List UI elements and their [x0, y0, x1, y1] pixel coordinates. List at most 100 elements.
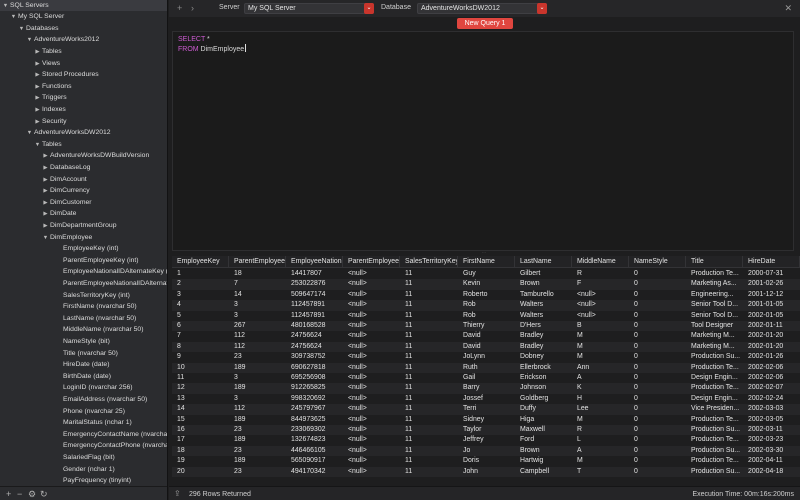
tree-node[interactable]: Gender (nchar 1): [0, 464, 167, 476]
tree-node[interactable]: ▼ AdventureWorksDW2012: [0, 127, 167, 139]
table-row[interactable]: 13 3 998320692 <null> 11 Jossef Goldberg H 0 Desi…: [172, 394, 800, 404]
tree-node[interactable]: ▶ Security: [0, 116, 167, 128]
disclosure-expanded-icon[interactable]: ▼: [2, 1, 9, 12]
chevron-down-icon[interactable]: ⌄: [364, 3, 374, 14]
tree-node[interactable]: ▶ DimCurrency: [0, 185, 167, 197]
refresh-icon[interactable]: ↻: [40, 488, 48, 500]
chevron-down-icon[interactable]: ⌄: [537, 3, 547, 14]
tree-node[interactable]: ▼ Databases: [0, 23, 167, 35]
tree-node[interactable]: ▶ Triggers: [0, 92, 167, 104]
table-row[interactable]: 3 14 509647174 <null> 11 Roberto Tamburello <nu…: [172, 290, 800, 300]
add-icon[interactable]: +: [6, 488, 11, 500]
table-row[interactable]: 19 189 565090917 <null> 11 Doris Hartwig M 0 Prod…: [172, 456, 800, 466]
tree-node[interactable]: EmergencyContactPhone (nvarcha...: [0, 440, 167, 452]
column-header[interactable]: MiddleName: [572, 256, 629, 268]
table-row[interactable]: 10 189 690627818 <null> 11 Ruth Ellerbrock Ann 0…: [172, 362, 800, 373]
tab-new-query-1[interactable]: New Query 1: [457, 18, 513, 29]
column-header[interactable]: ParentEmployee...: [343, 256, 400, 268]
tree-node[interactable]: BirthDate (date): [0, 371, 167, 383]
tree-node[interactable]: ▼ DimEmployee: [0, 232, 167, 244]
share-icon[interactable]: ⇪: [174, 488, 181, 500]
tree-node[interactable]: ▼ AdventureWorks2012: [0, 34, 167, 46]
tree-node[interactable]: EmergencyContactName (nvarcha...: [0, 429, 167, 441]
disclosure-collapsed-icon[interactable]: ▶: [34, 82, 41, 93]
close-icon[interactable]: ✕: [784, 2, 792, 14]
tree-node[interactable]: FirstName (nvarchar 50): [0, 301, 167, 313]
disclosure-expanded-icon[interactable]: ▼: [26, 128, 33, 139]
tree-node[interactable]: ▶ DimCustomer: [0, 197, 167, 209]
tree-node[interactable]: MiddleName (nvarchar 50): [0, 324, 167, 336]
tree-node[interactable]: ▶ Tables: [0, 46, 167, 58]
tree-node[interactable]: ▼ SQL Servers: [0, 0, 167, 12]
disclosure-expanded-icon[interactable]: ▼: [18, 24, 25, 35]
table-row[interactable]: 7 112 24756624 <null> 11 David Bradley M 0 Market…: [172, 331, 800, 341]
column-header[interactable]: EmployeeKey: [172, 256, 229, 268]
disclosure-collapsed-icon[interactable]: ▶: [34, 93, 41, 104]
remove-icon[interactable]: −: [17, 488, 22, 500]
disclosure-collapsed-icon[interactable]: ▶: [42, 163, 49, 174]
tree-node[interactable]: ▶ DatabaseLog: [0, 162, 167, 174]
column-header[interactable]: HireDate: [743, 256, 800, 268]
disclosure-collapsed-icon[interactable]: ▶: [34, 117, 41, 128]
tree-node[interactable]: NameStyle (bit): [0, 336, 167, 348]
disclosure-collapsed-icon[interactable]: ▶: [42, 198, 49, 209]
forward-icon[interactable]: ›: [191, 2, 194, 14]
tree-node[interactable]: LastName (nvarchar 50): [0, 313, 167, 325]
table-row[interactable]: 6 267 480168528 <null> 11 Thierry D'Hers B 0 Tool…: [172, 321, 800, 332]
tree-node[interactable]: EmployeeKey (int): [0, 243, 167, 255]
table-row[interactable]: 11 3 695256908 <null> 11 Gail Erickson A 0 Design…: [172, 373, 800, 383]
tree-node[interactable]: MaritalStatus (nchar 1): [0, 417, 167, 429]
tree-node[interactable]: LoginID (nvarchar 256): [0, 382, 167, 394]
tree-node[interactable]: ▶ DimDate: [0, 208, 167, 220]
table-row[interactable]: 15 189 844973625 <null> 11 Sidney Higa M 0 Produc…: [172, 415, 800, 425]
tree-node[interactable]: EmailAddress (nvarchar 50): [0, 394, 167, 406]
sql-editor[interactable]: SELECT * FROM DimEmployee: [172, 31, 794, 251]
tree-node[interactable]: ▶ AdventureWorksDWBuildVersion: [0, 150, 167, 162]
tree-node[interactable]: ▶ DimAccount: [0, 174, 167, 186]
table-row[interactable]: 12 189 912265825 <null> 11 Barry Johnson K 0 Prod…: [172, 383, 800, 394]
tree-node[interactable]: HireDate (date): [0, 359, 167, 371]
table-row[interactable]: 1 18 14417807 <null> 11 Guy Gilbert R 0 Productio…: [172, 269, 800, 279]
tree-node[interactable]: PayFrequency (tinyint): [0, 475, 167, 486]
disclosure-collapsed-icon[interactable]: ▶: [42, 209, 49, 220]
table-row[interactable]: 20 23 494170342 <null> 11 John Campbell T 0 Produ…: [172, 466, 800, 477]
column-header[interactable]: SalesTerritoryKey: [400, 256, 458, 268]
table-row[interactable]: 8 112 24756624 <null> 11 David Bradley M 0 Market…: [172, 341, 800, 353]
tree-node[interactable]: ▶ Indexes: [0, 104, 167, 116]
tree-node[interactable]: ▶ Functions: [0, 81, 167, 93]
disclosure-collapsed-icon[interactable]: ▶: [42, 151, 49, 162]
disclosure-expanded-icon[interactable]: ▼: [10, 12, 17, 23]
add-tab-icon[interactable]: +: [177, 2, 182, 14]
disclosure-collapsed-icon[interactable]: ▶: [42, 186, 49, 197]
table-row[interactable]: 17 189 132674823 <null> 11 Jeffrey Ford L 0 Produ…: [172, 435, 800, 445]
tree-node[interactable]: SalesTerritoryKey (int): [0, 290, 167, 302]
table-row[interactable]: 2 7 253022876 <null> 11 Kevin Brown F 0 Marketing…: [172, 279, 800, 290]
disclosure-collapsed-icon[interactable]: ▶: [34, 47, 41, 58]
column-header[interactable]: EmployeeNation...: [286, 256, 343, 268]
disclosure-expanded-icon[interactable]: ▼: [26, 35, 33, 46]
disclosure-expanded-icon[interactable]: ▼: [34, 140, 41, 151]
disclosure-expanded-icon[interactable]: ▼: [42, 233, 49, 244]
table-row[interactable]: 18 23 446466105 <null> 11 Jo Brown A 0 Production…: [172, 445, 800, 457]
column-header[interactable]: NameStyle: [629, 256, 686, 268]
tree-node[interactable]: ParentEmployeeNationalIDAlternat...: [0, 278, 167, 290]
tree-node[interactable]: ▶ Views: [0, 58, 167, 70]
tree-node[interactable]: ▶ DimDepartmentGroup: [0, 220, 167, 232]
tree-node[interactable]: Title (nvarchar 50): [0, 348, 167, 360]
tree-node[interactable]: ▼ My SQL Server: [0, 11, 167, 23]
table-row[interactable]: 4 3 112457891 <null> 11 Rob Walters <null> 0 Seni…: [172, 300, 800, 311]
column-header[interactable]: ParentEmployee...: [229, 256, 286, 268]
column-header[interactable]: Title: [686, 256, 743, 268]
tree-node[interactable]: ParentEmployeeKey (int): [0, 255, 167, 267]
disclosure-collapsed-icon[interactable]: ▶: [34, 59, 41, 70]
table-row[interactable]: 14 112 245797967 <null> 11 Terri Duffy Lee 0 Vice…: [172, 404, 800, 415]
tree-node[interactable]: EmployeeNationalIDAlternateKey (...: [0, 266, 167, 278]
column-header[interactable]: LastName: [515, 256, 572, 268]
tree-node[interactable]: Phone (nvarchar 25): [0, 406, 167, 418]
gear-icon[interactable]: ⚙: [28, 488, 36, 500]
column-header[interactable]: FirstName: [458, 256, 515, 268]
disclosure-collapsed-icon[interactable]: ▶: [42, 221, 49, 232]
table-row[interactable]: 9 23 309738752 <null> 11 JoLynn Dobney M 0 Produc…: [172, 352, 800, 362]
tree-node[interactable]: SalariedFlag (bit): [0, 452, 167, 464]
disclosure-collapsed-icon[interactable]: ▶: [42, 175, 49, 186]
